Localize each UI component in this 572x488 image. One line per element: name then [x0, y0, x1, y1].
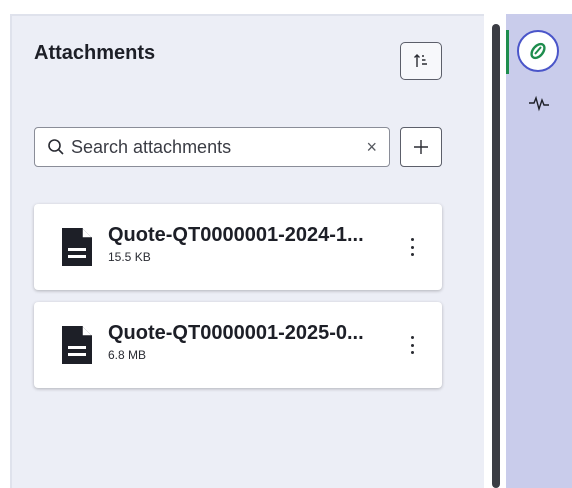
attachment-size: 6.8 MB [108, 348, 147, 362]
document-icon [62, 326, 92, 364]
search-input[interactable] [71, 136, 341, 158]
sort-icon [414, 54, 427, 67]
kebab-dot [410, 253, 414, 256]
paperclip-icon [530, 42, 546, 60]
panel-scrollbar[interactable] [492, 24, 500, 488]
app-window: Attachments × Quote-QT0000001-2024-1... [0, 0, 572, 488]
kebab-menu-icon[interactable] [404, 336, 420, 354]
kebab-dot [410, 351, 414, 354]
kebab-dot [410, 245, 414, 249]
sort-button[interactable] [400, 42, 442, 80]
attachments-rail-button[interactable] [517, 30, 559, 72]
document-icon [62, 228, 92, 266]
right-utility-rail [506, 14, 572, 488]
kebab-dot [410, 343, 414, 347]
attachment-size: 15.5 KB [108, 250, 151, 264]
plus-icon [414, 140, 428, 154]
attachment-name[interactable]: Quote-QT0000001-2024-1... [108, 224, 364, 247]
active-rail-indicator [506, 30, 509, 74]
activity-pulse-icon [529, 95, 549, 112]
activity-rail-button[interactable] [526, 92, 552, 114]
panel-title: Attachments [34, 42, 156, 64]
search-icon [47, 138, 65, 156]
kebab-dot [410, 336, 414, 339]
search-field[interactable]: × [34, 127, 390, 167]
kebab-menu-icon[interactable] [404, 238, 420, 256]
attachment-name[interactable]: Quote-QT0000001-2025-0... [108, 322, 364, 345]
top-strip [0, 0, 500, 14]
attachment-card[interactable]: Quote-QT0000001-2024-1... 15.5 KB [34, 204, 442, 290]
add-attachment-button[interactable] [400, 127, 442, 167]
close-icon[interactable]: × [366, 136, 377, 158]
attachment-card[interactable]: Quote-QT0000001-2025-0... 6.8 MB [34, 302, 442, 388]
kebab-dot [410, 238, 414, 241]
